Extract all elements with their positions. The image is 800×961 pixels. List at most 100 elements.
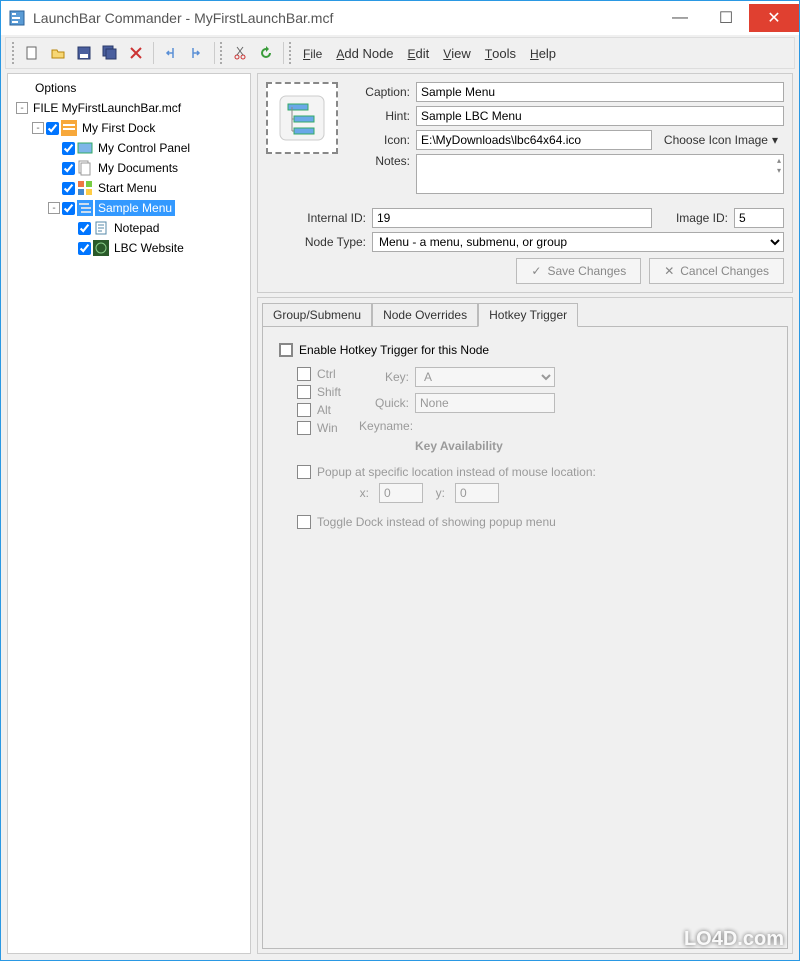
choose-icon-button[interactable]: Choose Icon Image ▾ bbox=[658, 130, 784, 150]
tree-item[interactable]: My Control Panel bbox=[95, 140, 193, 156]
dock-icon bbox=[61, 120, 77, 136]
menu-edit[interactable]: Edit bbox=[402, 42, 436, 65]
caption-label: Caption: bbox=[348, 85, 410, 99]
win-check[interactable] bbox=[297, 421, 311, 435]
toolbar-grip[interactable] bbox=[12, 42, 16, 64]
icon-label: Icon: bbox=[348, 133, 410, 147]
shift-label: Shift bbox=[317, 385, 341, 399]
refresh-button[interactable] bbox=[254, 41, 278, 65]
menu-file[interactable]: File bbox=[297, 42, 328, 65]
ctrl-check[interactable] bbox=[297, 367, 311, 381]
tree-item[interactable]: Start Menu bbox=[95, 180, 160, 196]
tree-item-selected[interactable]: Sample Menu bbox=[95, 200, 175, 216]
tree-check[interactable] bbox=[62, 182, 75, 195]
win-label: Win bbox=[317, 421, 338, 435]
tree-check[interactable] bbox=[78, 222, 91, 235]
hint-label: Hint: bbox=[348, 109, 410, 123]
tree-options[interactable]: Options bbox=[32, 80, 79, 96]
shift-check[interactable] bbox=[297, 385, 311, 399]
tree-dock[interactable]: My First Dock bbox=[79, 120, 158, 136]
tree-child[interactable]: Notepad bbox=[111, 220, 162, 236]
alt-label: Alt bbox=[317, 403, 331, 417]
cancel-changes-button[interactable]: ✕Cancel Changes bbox=[649, 258, 784, 284]
image-id-input[interactable] bbox=[734, 208, 784, 228]
popup-location-check[interactable] bbox=[297, 465, 311, 479]
check-icon: ✓ bbox=[531, 264, 541, 278]
tree-check[interactable] bbox=[62, 142, 75, 155]
toggle-dock-check[interactable] bbox=[297, 515, 311, 529]
menu-view[interactable]: View bbox=[437, 42, 477, 65]
tree-file[interactable]: FILE MyFirstLaunchBar.mcf bbox=[30, 100, 184, 116]
save-button[interactable] bbox=[72, 41, 96, 65]
alt-check[interactable] bbox=[297, 403, 311, 417]
menu-help[interactable]: Help bbox=[524, 42, 562, 65]
icon-preview[interactable] bbox=[266, 82, 338, 154]
tab-body-hotkey: Enable Hotkey Trigger for this Node Ctrl… bbox=[262, 326, 788, 949]
tabs-panel: Group/Submenu Node Overrides Hotkey Trig… bbox=[257, 297, 793, 954]
enable-hotkey-check[interactable] bbox=[279, 343, 293, 357]
expander-icon[interactable]: - bbox=[16, 102, 28, 114]
notes-input[interactable]: ▴▾ bbox=[416, 154, 784, 194]
hint-input[interactable] bbox=[416, 106, 784, 126]
save-all-button[interactable] bbox=[98, 41, 122, 65]
expander-icon[interactable]: - bbox=[32, 122, 44, 134]
open-button[interactable] bbox=[46, 41, 70, 65]
menu-icon bbox=[77, 200, 93, 216]
node-type-label: Node Type: bbox=[266, 235, 366, 249]
key-label: Key: bbox=[359, 370, 409, 384]
maximize-button[interactable]: ☐ bbox=[703, 4, 749, 32]
move-out-button[interactable] bbox=[159, 41, 183, 65]
caption-input[interactable] bbox=[416, 82, 784, 102]
quick-input[interactable] bbox=[415, 393, 555, 413]
key-select[interactable]: A bbox=[415, 367, 555, 387]
toolbar-grip[interactable] bbox=[289, 42, 293, 64]
x-input[interactable] bbox=[379, 483, 423, 503]
documents-icon bbox=[77, 160, 93, 176]
image-id-label: Image ID: bbox=[658, 211, 728, 225]
ctrl-label: Ctrl bbox=[317, 367, 336, 381]
window-title: LaunchBar Commander - MyFirstLaunchBar.m… bbox=[33, 10, 657, 26]
expander-icon[interactable]: - bbox=[48, 202, 60, 214]
menu-add-node[interactable]: Add Node bbox=[330, 42, 399, 65]
titlebar[interactable]: LaunchBar Commander - MyFirstLaunchBar.m… bbox=[1, 1, 799, 35]
properties-panel: Caption: Hint: Icon:Choose Icon Image ▾ … bbox=[257, 73, 793, 293]
tab-hotkey-trigger[interactable]: Hotkey Trigger bbox=[478, 303, 578, 327]
tab-node-overrides[interactable]: Node Overrides bbox=[372, 303, 478, 327]
down-arrow-icon[interactable]: ▾ bbox=[777, 167, 781, 175]
cancel-icon: ✕ bbox=[664, 264, 674, 278]
move-in-button[interactable] bbox=[185, 41, 209, 65]
new-button[interactable] bbox=[20, 41, 44, 65]
chevron-down-icon: ▾ bbox=[772, 133, 778, 147]
close-button[interactable]: ✕ bbox=[749, 4, 799, 32]
keyname-label: Keyname: bbox=[359, 419, 409, 433]
popup-location-label: Popup at specific location instead of mo… bbox=[317, 465, 596, 479]
tree-item[interactable]: My Documents bbox=[95, 160, 181, 176]
internal-id-input[interactable] bbox=[372, 208, 652, 228]
quick-label: Quick: bbox=[359, 396, 409, 410]
key-availability: Key Availability bbox=[415, 439, 503, 453]
tree-check[interactable] bbox=[46, 122, 59, 135]
toolbar-grip[interactable] bbox=[220, 42, 224, 64]
up-arrow-icon[interactable]: ▴ bbox=[777, 157, 781, 165]
y-input[interactable] bbox=[455, 483, 499, 503]
panel-icon bbox=[77, 140, 93, 156]
tree-child[interactable]: LBC Website bbox=[111, 240, 187, 256]
icon-input[interactable] bbox=[416, 130, 652, 150]
minimize-button[interactable]: — bbox=[657, 4, 703, 32]
tree-check[interactable] bbox=[62, 162, 75, 175]
save-changes-button[interactable]: ✓Save Changes bbox=[516, 258, 641, 284]
internal-id-label: Internal ID: bbox=[266, 211, 366, 225]
tab-group-submenu[interactable]: Group/Submenu bbox=[262, 303, 372, 327]
watermark: LO4D.com bbox=[684, 928, 784, 951]
node-type-select[interactable]: Menu - a menu, submenu, or group bbox=[372, 232, 784, 252]
toolbar: File Add Node Edit View Tools Help bbox=[5, 37, 795, 69]
enable-hotkey-label: Enable Hotkey Trigger for this Node bbox=[299, 343, 489, 357]
toggle-dock-label: Toggle Dock instead of showing popup men… bbox=[317, 515, 556, 529]
delete-button[interactable] bbox=[124, 41, 148, 65]
cut-button[interactable] bbox=[228, 41, 252, 65]
tree-check[interactable] bbox=[78, 242, 91, 255]
app-icon bbox=[9, 10, 25, 26]
menu-tools[interactable]: Tools bbox=[479, 42, 522, 65]
tree-check[interactable] bbox=[62, 202, 75, 215]
notepad-icon bbox=[93, 220, 109, 236]
